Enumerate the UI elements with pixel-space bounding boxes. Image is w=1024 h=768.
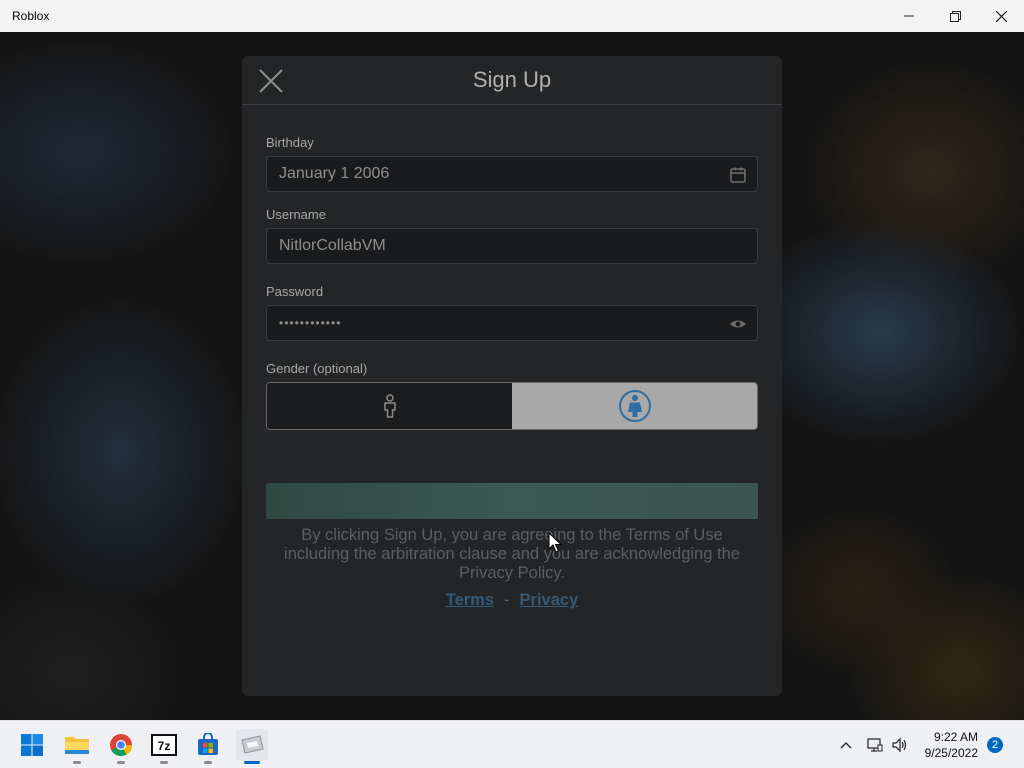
restore-icon: [949, 10, 961, 22]
password-label: Password: [266, 284, 324, 299]
store-icon: [198, 733, 218, 755]
username-label: Username: [266, 207, 326, 222]
running-indicator: [204, 761, 212, 764]
gender-selector: [266, 382, 758, 430]
show-hidden-icons-button[interactable]: [836, 741, 856, 749]
minimize-icon: [904, 15, 914, 17]
female-icon: [618, 390, 651, 422]
gender-label: Gender (optional): [266, 361, 368, 376]
taskbar-chrome[interactable]: [105, 729, 137, 764]
birthday-label: Birthday: [266, 135, 314, 150]
calendar-icon[interactable]: [729, 166, 747, 184]
network-button[interactable]: [862, 737, 888, 753]
male-icon: [383, 394, 396, 418]
window-titlebar: Roblox: [0, 0, 1024, 32]
chevron-up-icon: [840, 742, 852, 749]
file-explorer-icon: [65, 737, 89, 754]
eye-icon[interactable]: [729, 315, 747, 333]
minimize-button[interactable]: [886, 0, 932, 32]
link-separator: -: [504, 591, 510, 609]
running-indicator: [244, 761, 260, 764]
7zip-icon: 7z: [151, 734, 177, 756]
chrome-icon: [110, 734, 132, 756]
birthday-field[interactable]: January 1 2006: [266, 156, 758, 192]
roblox-icon: [241, 735, 264, 754]
taskbar-file-explorer[interactable]: [61, 729, 93, 764]
window-controls: [886, 0, 1024, 32]
legal-text: By clicking Sign Up, you are agreeing to…: [284, 526, 740, 582]
password-field[interactable]: ••••••••••••: [266, 305, 758, 341]
start-icon: [21, 734, 43, 756]
mouse-cursor-icon: [548, 532, 562, 553]
close-icon: [995, 10, 1007, 22]
restore-button[interactable]: [932, 0, 978, 32]
gender-male-button[interactable]: [267, 383, 512, 429]
modal-header: Sign Up: [242, 56, 782, 105]
password-value: ••••••••••••: [279, 316, 342, 330]
taskbar-clock[interactable]: 9:22 AM 9/25/2022: [925, 729, 978, 761]
taskbar: 7z 9:22 AM 9/25/2022 2: [0, 720, 1024, 768]
gender-female-button[interactable]: [512, 383, 757, 429]
legal-links: Terms - Privacy: [242, 591, 782, 610]
modal-title: Sign Up: [472, 67, 552, 92]
close-icon: [259, 69, 283, 93]
username-value: NitlorCollabVM: [279, 237, 386, 254]
terms-link[interactable]: Terms: [446, 591, 494, 609]
username-field[interactable]: NitlorCollabVM: [266, 228, 758, 264]
speaker-icon: [892, 737, 907, 753]
network-icon: [867, 738, 883, 752]
clock-date: 9/25/2022: [924, 746, 978, 760]
roblox-app-area: Sign Up Birthday January 1 2006 Username…: [0, 32, 1024, 720]
signup-modal: Sign Up Birthday January 1 2006 Username…: [242, 56, 782, 696]
system-tray: [836, 721, 910, 768]
clock-time: 9:22 AM: [933, 730, 978, 744]
start-button[interactable]: [16, 729, 48, 761]
notification-badge[interactable]: 2: [987, 737, 1003, 753]
taskbar-store[interactable]: [192, 729, 224, 764]
close-window-button[interactable]: [978, 0, 1024, 32]
signup-button[interactable]: [266, 483, 758, 519]
running-indicator: [73, 761, 81, 764]
svg-text:7z: 7z: [158, 739, 171, 753]
running-indicator: [160, 761, 168, 764]
taskbar-roblox[interactable]: [236, 729, 268, 764]
modal-close-button[interactable]: [258, 68, 284, 94]
volume-button[interactable]: [888, 737, 910, 753]
taskbar-7zip[interactable]: 7z: [148, 729, 180, 764]
running-indicator: [117, 761, 125, 764]
privacy-link[interactable]: Privacy: [520, 591, 579, 609]
birthday-value: January 1 2006: [279, 165, 390, 182]
window-title: Roblox: [12, 9, 50, 23]
